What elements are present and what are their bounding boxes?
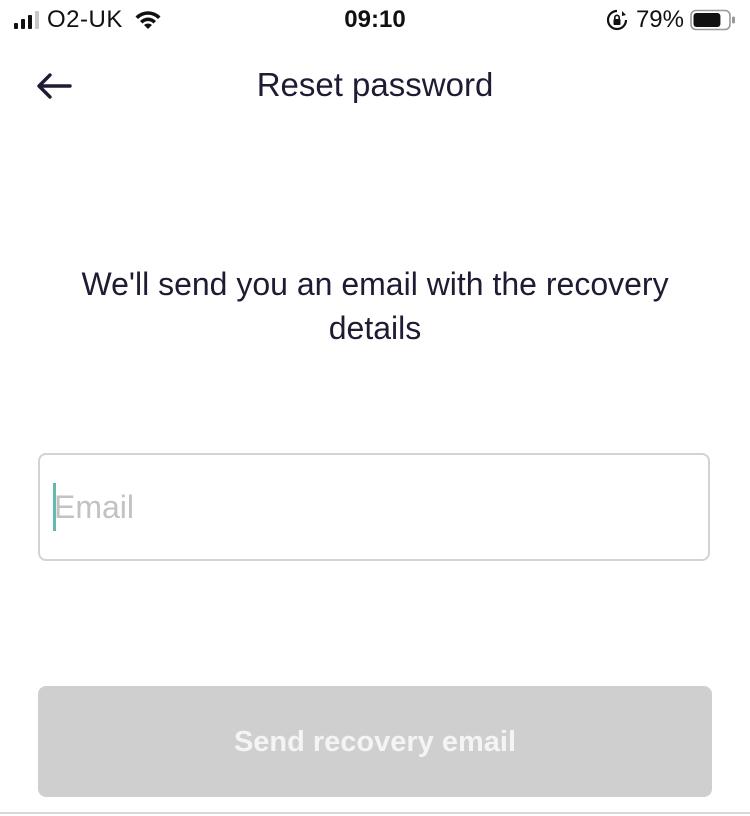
- status-right: 79%: [606, 6, 736, 34]
- instructions-text: We'll send you an email with the recover…: [81, 266, 669, 346]
- battery-icon: [690, 9, 735, 31]
- page-title: Reset password: [256, 66, 494, 103]
- send-recovery-email-button[interactable]: Send recovery email: [38, 686, 712, 797]
- bottom-divider: [0, 812, 750, 814]
- email-field[interactable]: [38, 453, 710, 561]
- status-bar: O2-UK 09:10 79%: [0, 0, 750, 42]
- email-input[interactable]: [54, 455, 694, 559]
- battery-percent: 79%: [635, 6, 684, 33]
- nav-header: Reset password: [0, 56, 750, 116]
- rotation-lock-icon: [606, 9, 628, 31]
